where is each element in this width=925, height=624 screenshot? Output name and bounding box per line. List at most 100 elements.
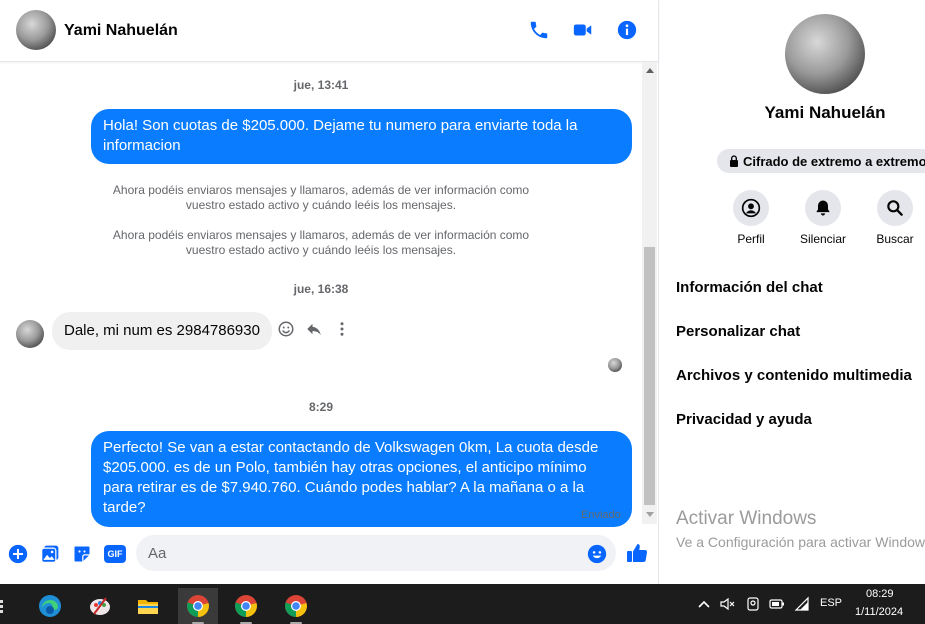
outgoing-message[interactable]: Perfecto! Se van a estar contactando de … (91, 431, 632, 527)
contact-avatar[interactable] (16, 10, 56, 50)
plus-circle-icon (8, 544, 28, 564)
network-button[interactable] (794, 596, 810, 612)
chat-pane: Yami Nahuelán jue, 13:41 Hola! Son cuota… (0, 0, 659, 584)
reply-button[interactable] (304, 319, 324, 339)
watermark-subtitle: Ve a Configuración para activar Windows. (676, 534, 925, 550)
bell-icon (816, 200, 830, 216)
chat-info-item[interactable]: Información del chat (676, 279, 823, 296)
volume-button[interactable] (720, 596, 736, 612)
chat-header: Yami Nahuelán (0, 0, 659, 62)
chrome-icon (285, 595, 307, 617)
image-icon (41, 545, 59, 563)
message-scrollbar[interactable] (642, 62, 657, 524)
mute-action-label: Silenciar (799, 232, 847, 246)
task-view-button[interactable] (0, 588, 14, 624)
voice-call-button[interactable] (527, 18, 551, 42)
customize-chat-item[interactable]: Personalizar chat (676, 323, 800, 340)
video-camera-icon (573, 24, 592, 36)
search-action-circle (877, 190, 913, 226)
more-vertical-icon (340, 322, 344, 336)
sender-avatar[interactable] (16, 320, 44, 348)
timestamp-separator: jue, 13:41 (293, 78, 349, 92)
watermark-title: Activar Windows (676, 508, 817, 529)
meet-now-button[interactable] (745, 596, 761, 612)
show-hidden-icons-button[interactable] (696, 596, 712, 612)
conversation-info-pane: Yami Nahuelán Cifrado de extremo a extre… (660, 0, 925, 584)
react-button[interactable] (276, 319, 296, 339)
attach-media-button[interactable] (39, 543, 61, 565)
profile-icon (741, 198, 761, 218)
phone-icon (530, 21, 548, 39)
camera-icon (747, 597, 759, 611)
windows-activation-watermark: Activar Windows Ve a Configuración para … (676, 508, 925, 550)
profile-action-circle (733, 190, 769, 226)
paint-icon (90, 597, 110, 615)
composer: GIF (0, 524, 659, 584)
emoji-icon (587, 544, 607, 564)
battery-icon (769, 599, 784, 609)
folder-icon (138, 600, 158, 614)
conversation-info-button[interactable] (615, 18, 639, 42)
scroll-down-arrow[interactable] (646, 512, 654, 517)
reply-icon (307, 323, 321, 335)
timestamp-separator: jue, 16:38 (293, 282, 349, 296)
search-action-label: Buscar (876, 232, 914, 246)
gif-icon: GIF (104, 545, 126, 563)
contact-name[interactable]: Yami Nahuelán (64, 22, 178, 40)
search-action[interactable]: Buscar (860, 190, 925, 246)
smiley-icon (278, 321, 294, 337)
search-icon (887, 200, 903, 216)
read-receipt-avatar (608, 358, 622, 372)
info-icon (617, 20, 637, 40)
chrome-icon (187, 595, 209, 617)
clock-time[interactable]: 08:29 (866, 588, 894, 600)
emoji-button[interactable] (586, 543, 608, 565)
battery-button[interactable] (769, 596, 785, 612)
chevron-up-icon (698, 600, 710, 608)
volume-muted-icon (720, 597, 735, 611)
mute-action[interactable]: Silenciar (788, 190, 858, 246)
sticker-icon (74, 546, 90, 562)
outgoing-message[interactable]: Hola! Son cuotas de $205.000. Dejame tu … (91, 109, 632, 164)
taskbar-app-file-explorer[interactable] (128, 588, 168, 624)
clock-date[interactable]: 1/11/2024 (855, 606, 903, 618)
screen: Yami Nahuelán jue, 13:41 Hola! Son cuota… (0, 0, 925, 624)
gif-button[interactable]: GIF (103, 543, 127, 565)
profile-avatar[interactable] (785, 14, 865, 94)
taskbar: ESP 08:29 1/11/2024 (0, 584, 925, 624)
privacy-support-item[interactable]: Privacidad y ayuda (676, 411, 812, 428)
scroll-up-arrow[interactable] (646, 68, 654, 73)
like-button[interactable] (625, 541, 649, 565)
taskbar-app-chrome-2[interactable] (226, 588, 266, 624)
encryption-label: Cifrado de extremo a extremo (743, 153, 925, 169)
scroll-thumb[interactable] (644, 247, 655, 505)
media-files-item[interactable]: Archivos y contenido multimedia (676, 367, 912, 384)
message-input[interactable] (136, 535, 616, 571)
video-call-button[interactable] (571, 18, 595, 42)
taskbar-app-paint[interactable] (80, 588, 120, 624)
system-notice: Ahora podéis enviaros mensajes y llamaro… (112, 228, 530, 257)
message-list: jue, 13:41 Hola! Son cuotas de $205.000.… (0, 62, 642, 527)
edge-icon (39, 595, 61, 617)
input-language[interactable]: ESP (820, 597, 842, 609)
taskbar-app-chrome-1[interactable] (178, 588, 218, 624)
incoming-message[interactable]: Dale, mi num es 2984786930 (52, 312, 272, 350)
system-notice: Ahora podéis enviaros mensajes y llamaro… (112, 183, 530, 212)
profile-action-label: Perfil (737, 232, 765, 246)
message-status: Enviado (581, 509, 621, 521)
thumbs-up-icon (627, 544, 648, 563)
timestamp-separator: 8:29 (308, 400, 334, 414)
profile-name: Yami Nahuelán (764, 103, 886, 122)
mute-action-circle (805, 190, 841, 226)
wifi-icon (794, 596, 809, 611)
taskbar-app-chrome-3[interactable] (276, 588, 316, 624)
lock-icon (730, 155, 738, 167)
more-actions-button[interactable] (7, 543, 29, 565)
grid-icon (0, 600, 3, 613)
encryption-badge[interactable]: Cifrado de extremo a extremo (717, 149, 925, 173)
taskbar-app-edge[interactable] (30, 588, 70, 624)
chrome-icon (235, 595, 257, 617)
profile-action[interactable]: Perfil (716, 190, 786, 246)
more-options-button[interactable] (332, 319, 352, 339)
sticker-button[interactable] (71, 543, 93, 565)
